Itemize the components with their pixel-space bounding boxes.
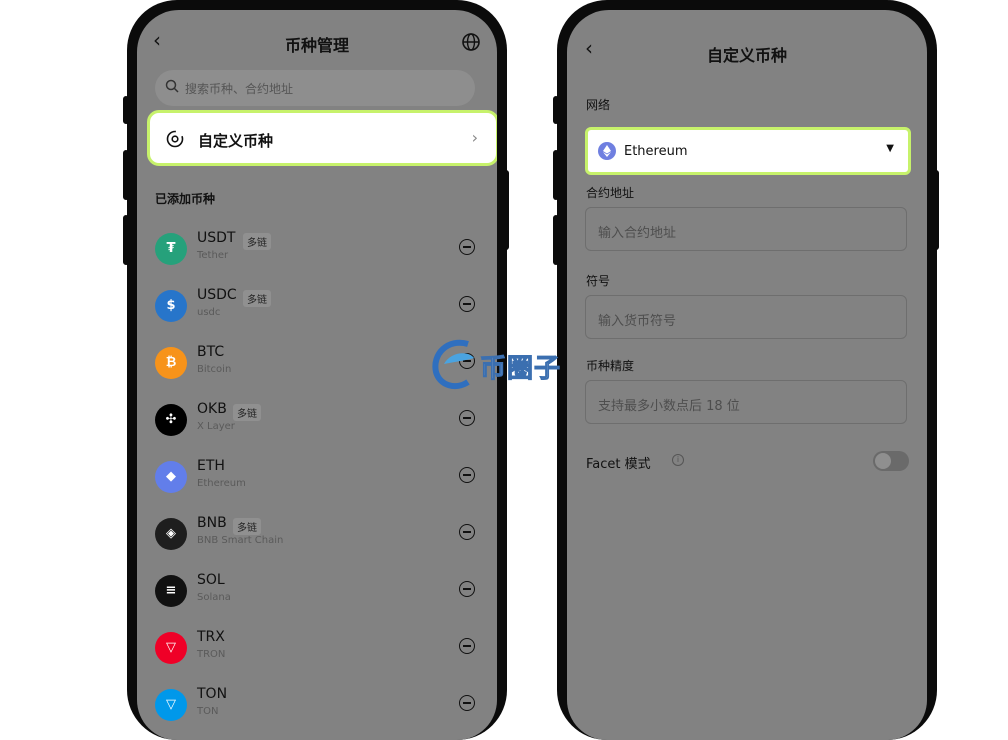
facet-mode-toggle[interactable] bbox=[873, 451, 909, 471]
coin-row: ▽ TON TON bbox=[155, 681, 495, 731]
coin-symbol: SOL bbox=[197, 572, 225, 588]
search-icon bbox=[165, 79, 179, 93]
symbol-input[interactable]: 输入货币符号 bbox=[585, 295, 907, 339]
side-button bbox=[123, 150, 129, 200]
search-input[interactable]: 搜索币种、合约地址 bbox=[155, 70, 475, 106]
coin-symbol: USDT bbox=[197, 230, 236, 246]
coin-name: Bitcoin bbox=[197, 364, 232, 375]
ton-logo-icon: ▽ bbox=[155, 689, 187, 721]
facet-mode-label: Facet 模式 bbox=[586, 457, 651, 472]
precision-label: 币种精度 bbox=[586, 359, 635, 373]
section-title: 已添加币种 bbox=[155, 192, 216, 206]
coin-symbol: TRX bbox=[197, 629, 225, 645]
eth-logo-icon: ◆ bbox=[155, 461, 187, 493]
remove-coin-icon[interactable] bbox=[459, 695, 475, 711]
remove-coin-icon[interactable] bbox=[459, 581, 475, 597]
coin-symbol: TON bbox=[197, 686, 228, 702]
precision-input[interactable]: 支持最多小数点后 18 位 bbox=[585, 380, 907, 424]
header: ‹ 币种管理 bbox=[137, 24, 497, 64]
network-value: Ethereum bbox=[624, 144, 688, 159]
coin-symbol: OKB bbox=[197, 401, 227, 417]
remove-coin-icon[interactable] bbox=[459, 410, 475, 426]
coin-row: ◈ BNB 多链 BNB Smart Chain bbox=[155, 510, 495, 560]
watermark-text: 币圈子 bbox=[479, 354, 562, 385]
coin-name: Tether bbox=[197, 250, 229, 261]
coin-row: ▽ TRX TRON bbox=[155, 624, 495, 674]
precision-placeholder: 支持最多小数点后 18 位 bbox=[598, 399, 740, 414]
network-select[interactable]: Ethereum ▼ bbox=[585, 127, 911, 175]
contract-label: 合约地址 bbox=[586, 186, 635, 200]
contract-address-input[interactable]: 输入合约地址 bbox=[585, 207, 907, 251]
coin-symbol: USDC bbox=[197, 287, 237, 303]
coin-name: Ethereum bbox=[197, 478, 246, 489]
remove-coin-icon[interactable] bbox=[459, 239, 475, 255]
network-label: 网络 bbox=[586, 98, 611, 112]
remove-coin-icon[interactable] bbox=[459, 524, 475, 540]
custom-token-screen: ‹ 自定义币种 网络 Ethereum ▼ 合约地址 输入合约地址 符号 输入货… bbox=[567, 10, 927, 740]
right-phone: ‹ 自定义币种 网络 Ethereum ▼ 合约地址 输入合约地址 符号 输入货… bbox=[557, 0, 937, 740]
chevron-right-icon: › bbox=[471, 128, 478, 147]
header: ‹ 自定义币种 bbox=[567, 32, 927, 72]
coin-row: ✣ OKB 多链 X Layer bbox=[155, 396, 495, 446]
coin-row: $ USDC 多链 usdc bbox=[155, 282, 495, 332]
usdc-logo-icon: $ bbox=[155, 290, 187, 322]
toggle-knob bbox=[875, 453, 891, 469]
side-button bbox=[553, 96, 559, 124]
bnb-logo-icon: ◈ bbox=[155, 518, 187, 550]
remove-coin-icon[interactable] bbox=[459, 638, 475, 654]
coin-row: ◆ ETH Ethereum bbox=[155, 453, 495, 503]
side-button bbox=[503, 170, 509, 250]
caret-down-icon: ▼ bbox=[886, 143, 894, 154]
multichain-badge: 多链 bbox=[233, 518, 261, 535]
symbol-label: 符号 bbox=[586, 274, 611, 288]
coin-symbol: ETH bbox=[197, 458, 225, 474]
contract-placeholder: 输入合约地址 bbox=[598, 226, 677, 241]
info-icon[interactable]: i bbox=[672, 454, 684, 466]
watermark-logo-icon bbox=[432, 339, 474, 390]
coin-name: TRON bbox=[197, 649, 226, 660]
trx-logo-icon: ▽ bbox=[155, 632, 187, 664]
coin-symbol: BTC bbox=[197, 344, 225, 360]
symbol-placeholder: 输入货币符号 bbox=[598, 314, 677, 329]
okb-logo-icon: ✣ bbox=[155, 404, 187, 436]
coin-row: ₮ USDT 多链 Tether bbox=[155, 225, 495, 275]
multichain-badge: 多链 bbox=[243, 233, 271, 250]
coin-name: BNB Smart Chain bbox=[197, 535, 284, 546]
coin-name: Solana bbox=[197, 592, 231, 603]
btc-logo-icon: ₿ bbox=[155, 347, 187, 379]
search-placeholder: 搜索币种、合约地址 bbox=[185, 82, 294, 96]
page-title: 自定义币种 bbox=[706, 46, 787, 65]
side-button bbox=[123, 96, 129, 124]
coin-symbol: BNB bbox=[197, 515, 227, 531]
sol-logo-icon: ≡ bbox=[155, 575, 187, 607]
ethereum-icon bbox=[598, 142, 616, 160]
watermark: 币圈子 bbox=[428, 334, 578, 394]
remove-coin-icon[interactable] bbox=[459, 467, 475, 483]
usdt-logo-icon: ₮ bbox=[155, 233, 187, 265]
page-title: 币种管理 bbox=[284, 36, 349, 55]
multichain-badge: 多链 bbox=[243, 290, 271, 307]
custom-token-button[interactable]: 自定义币种 › bbox=[147, 110, 497, 166]
coin-name: usdc bbox=[197, 307, 221, 318]
custom-token-label: 自定义币种 bbox=[198, 132, 274, 150]
side-button bbox=[123, 215, 129, 265]
side-button bbox=[553, 215, 559, 265]
multichain-badge: 多链 bbox=[233, 404, 261, 421]
side-button bbox=[553, 150, 559, 200]
custom-coin-icon bbox=[166, 130, 184, 148]
globe-icon[interactable] bbox=[461, 32, 481, 52]
coin-name: X Layer bbox=[197, 421, 235, 432]
remove-coin-icon[interactable] bbox=[459, 296, 475, 312]
side-button bbox=[933, 170, 939, 250]
coin-row: ≡ SOL Solana bbox=[155, 567, 495, 617]
coin-name: TON bbox=[197, 706, 219, 717]
